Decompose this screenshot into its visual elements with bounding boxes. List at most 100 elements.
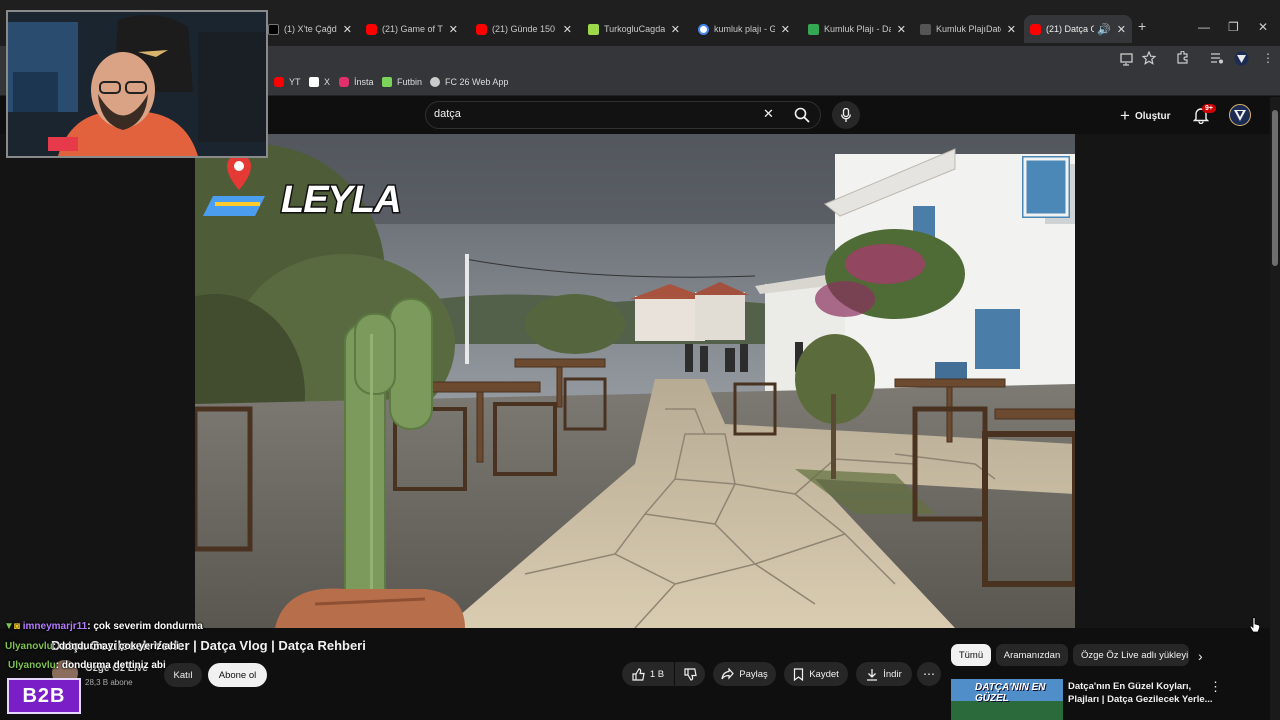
- browser-tab[interactable]: Kumluk PlajıDatç ✕: [914, 15, 1022, 43]
- video-player[interactable]: LEYLA: [195, 134, 1075, 628]
- youtube-icon: [1030, 23, 1041, 35]
- minimize-icon[interactable]: —: [1198, 20, 1210, 34]
- x-icon: [309, 77, 319, 87]
- search-box[interactable]: [425, 101, 821, 129]
- streamer-webcam-image: [8, 12, 266, 156]
- profile-avatar-icon[interactable]: [1234, 51, 1249, 66]
- subscriber-count: 28,3 B abone: [85, 678, 133, 687]
- browser-tab[interactable]: (21) Game of Thro ✕: [360, 15, 464, 43]
- suggested-title-line: Datça'nın En Güzel Koyları,: [1068, 681, 1192, 692]
- bookmark-star-icon[interactable]: [1142, 51, 1156, 65]
- browser-tab[interactable]: (21) Günde 150 p ✕: [470, 15, 578, 43]
- share-button[interactable]: Paylaş: [713, 662, 776, 686]
- close-tab-icon[interactable]: ✕: [343, 23, 352, 36]
- create-label: Oluştur: [1134, 110, 1171, 122]
- bookmark-x[interactable]: X: [309, 77, 330, 87]
- bookmark-insta[interactable]: İnsta: [339, 77, 374, 87]
- ambient-left-panel: [0, 134, 195, 628]
- download-button[interactable]: İndir: [856, 662, 912, 686]
- chat-username: Ulyanovlu: [5, 641, 53, 652]
- video-frame-scene: LEYLA: [195, 134, 1075, 628]
- tab-title: (21) Game of Thro: [382, 24, 443, 34]
- scrollbar-thumb[interactable]: [1272, 110, 1278, 266]
- tab-title: TurkogluCagdas s: [604, 24, 665, 34]
- join-button[interactable]: Katıl: [164, 663, 202, 687]
- browser-menu-icon[interactable]: ⋮: [1262, 51, 1274, 65]
- subscribe-button[interactable]: Abone ol: [208, 663, 267, 687]
- close-tab-icon[interactable]: ✕: [449, 23, 458, 36]
- close-tab-icon[interactable]: ✕: [781, 23, 790, 36]
- chat-text: : çok severim dondurma: [87, 621, 203, 632]
- like-button[interactable]: 1 B: [622, 662, 674, 686]
- account-avatar[interactable]: [1229, 104, 1251, 126]
- bookmark-label: X: [324, 77, 331, 87]
- bookmark-label: İnsta: [354, 77, 374, 87]
- share-label: Paylaş: [739, 668, 768, 680]
- browser-tab[interactable]: Kumluk Plajı - Dat ✕: [802, 15, 912, 43]
- share-icon: [721, 668, 735, 680]
- browser-tab[interactable]: TurkogluCagdas s ✕: [582, 15, 686, 43]
- chip-all[interactable]: Tümü: [951, 644, 991, 666]
- thumbs-up-icon: [632, 667, 645, 681]
- plus-icon: +: [1120, 106, 1130, 125]
- browser-tab[interactable]: kumluk plajı - Goo ✕: [692, 15, 796, 43]
- tab-title: kumluk plajı - Goo: [714, 24, 775, 34]
- youtube-icon: [366, 23, 377, 35]
- globe-icon: [430, 77, 440, 87]
- bookmark-fc26[interactable]: FC 26 Web App: [430, 77, 508, 87]
- close-tab-icon[interactable]: ✕: [563, 23, 572, 36]
- dislike-button[interactable]: [675, 662, 705, 686]
- x-icon: [268, 23, 279, 35]
- chat-message: ▼◙ imneymarjr11: çok severim dondurma: [4, 621, 203, 632]
- suggested-more-icon[interactable]: ⋮: [1209, 679, 1222, 695]
- new-tab-button[interactable]: +: [1138, 18, 1146, 34]
- download-label: İndir: [883, 668, 902, 680]
- youtube-icon: [476, 23, 487, 35]
- bookmark-label: YT: [289, 77, 301, 87]
- close-tab-icon[interactable]: ✕: [671, 23, 680, 36]
- close-window-icon[interactable]: ✕: [1258, 20, 1268, 34]
- tab-title: (21) Datça Ge: [1046, 24, 1095, 34]
- restore-icon[interactable]: ❐: [1228, 20, 1239, 34]
- futbin-icon: [382, 77, 392, 87]
- notification-count-badge: 9+: [1202, 104, 1216, 113]
- more-actions-button[interactable]: ⋯: [917, 662, 941, 686]
- save-button[interactable]: Kaydet: [784, 662, 848, 686]
- tab-title: (21) Günde 150 p: [492, 24, 557, 34]
- speaker-icon[interactable]: 🔊: [1097, 23, 1111, 36]
- chat-badge-icon: ◙: [13, 621, 20, 632]
- youtube-icon: [274, 77, 284, 87]
- create-button[interactable]: + Oluştur: [1120, 106, 1171, 126]
- browser-tab[interactable]: (1) X'te Çağdaş Tu ✕: [262, 15, 358, 43]
- suggested-video-title[interactable]: Datça'nın En Güzel Koyları, Plajları | D…: [1068, 680, 1213, 706]
- extension-icon: [588, 23, 599, 35]
- tab-title: (1) X'te Çağdaş Tu: [284, 24, 337, 34]
- extensions-icon[interactable]: [1175, 51, 1189, 65]
- microphone-icon: [841, 108, 851, 122]
- close-tab-icon[interactable]: ✕: [1007, 23, 1016, 36]
- chip-from-search[interactable]: Aramanızdan: [996, 644, 1068, 666]
- search-icon[interactable]: [794, 107, 810, 123]
- instagram-icon: [339, 77, 349, 87]
- bookmark-label: FC 26 Web App: [445, 77, 509, 87]
- hand-cursor-icon: [1249, 617, 1261, 633]
- bookmark-label: Futbin: [397, 77, 423, 87]
- browser-tab-active[interactable]: (21) Datça Ge 🔊 ✕: [1024, 15, 1132, 43]
- clear-search-icon[interactable]: ✕: [763, 106, 774, 122]
- install-app-icon[interactable]: [1120, 52, 1134, 66]
- media-controls-icon[interactable]: [1210, 52, 1224, 64]
- stream-logo-badge: B2B: [7, 678, 81, 714]
- voice-search-button[interactable]: [832, 101, 860, 129]
- chip-uploader[interactable]: Özge Öz Live adlı yükleyi: [1073, 644, 1189, 666]
- search-input[interactable]: datça: [434, 108, 461, 120]
- video-brand-text: LEYLA: [281, 179, 401, 221]
- chevron-right-icon[interactable]: ›: [1198, 648, 1203, 664]
- page-icon: [920, 23, 931, 35]
- bookmark-yt[interactable]: YT: [274, 77, 301, 87]
- close-tab-icon[interactable]: ✕: [897, 23, 906, 36]
- ambient-side-panel: [1075, 134, 1270, 628]
- chat-username: Ulyanovlu: [8, 660, 56, 671]
- suggested-video-thumbnail[interactable]: DATÇA'NIN EN GÜZEL: [951, 679, 1063, 720]
- close-tab-icon[interactable]: ✕: [1117, 23, 1126, 36]
- bookmark-futbin[interactable]: Futbin: [382, 77, 422, 87]
